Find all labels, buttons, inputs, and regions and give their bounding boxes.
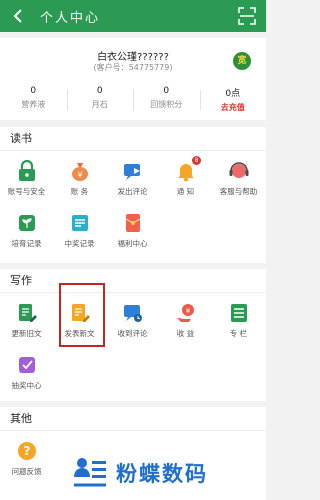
item-label: 账 务 [70, 187, 89, 196]
comment-send-icon [124, 164, 140, 180]
cultivation-record-item[interactable]: 培育记录 [0, 203, 53, 255]
edit-doc-icon [19, 304, 37, 322]
item-label: 福利中心 [117, 239, 148, 248]
recharge-link[interactable]: 去充值 [200, 102, 267, 113]
level-badge-icon[interactable]: 宽 [233, 52, 251, 70]
user-name: 白衣公瑾?????? [97, 52, 169, 63]
stat-recharge[interactable]: 0点 去充值 [199, 86, 267, 114]
item-label: 收 益 [176, 329, 195, 338]
item-label: 培育记录 [11, 239, 42, 248]
money-bag-icon: ¥ [72, 163, 88, 181]
stats-row: 0 营养液 0 月石 0 回馈积分 0点 去充值 [0, 86, 266, 114]
item-label: 中奖记录 [64, 239, 95, 248]
watermark-text: 粉蝶数码 [116, 462, 208, 486]
customer-service-item[interactable]: 客服与帮助 [212, 151, 265, 203]
section-title: 读书 [0, 127, 266, 151]
sent-comments-item[interactable]: 发出评论 [106, 151, 159, 203]
item-label: 客服与帮助 [219, 187, 258, 196]
highlight-box [59, 283, 105, 347]
sprout-icon [19, 215, 35, 231]
item-label: 更新旧文 [11, 329, 42, 338]
lottery-icon [19, 357, 35, 373]
received-comments-item[interactable]: 收到评论 [106, 293, 159, 345]
item-label: 发出评论 [117, 187, 148, 196]
lock-icon [19, 160, 35, 181]
notification-count-badge: 8 [192, 156, 201, 165]
income-icon: ¥ [177, 304, 194, 322]
stat-value: 0点 [225, 89, 241, 99]
notifications-item[interactable]: 8 通 知 [159, 151, 212, 203]
stat-value: 0 [96, 86, 103, 96]
item-label: 问题反馈 [11, 467, 42, 476]
comment-receive-icon [124, 305, 142, 322]
page-title: 个人中心 [40, 11, 101, 26]
stat-label: 回馈积分 [150, 100, 183, 109]
item-label: 通 知 [176, 187, 195, 196]
stat-label: 营养液 [21, 100, 46, 109]
watermark-logo-icon [74, 458, 106, 487]
item-label: 账号与安全 [7, 187, 46, 196]
reading-section: 读书 账号与安全 ¥ 账 务 发出评论 8 通 知 客服与帮助 培育记录 中奖记… [0, 127, 266, 263]
section-title: 写作 [0, 269, 266, 293]
stat-value: 0 [30, 86, 37, 96]
update-old-post-item[interactable]: 更新旧文 [0, 293, 53, 345]
stat-label: 月石 [91, 100, 108, 109]
stat-value: 0 [163, 86, 170, 96]
svg-text:?: ? [24, 444, 31, 458]
red-packet-icon [125, 214, 141, 232]
section-title: 其他 [0, 407, 266, 431]
question-icon: ? [18, 442, 36, 460]
svg-text:¥: ¥ [186, 307, 191, 315]
feedback-item[interactable]: ? 问题反馈 [0, 431, 53, 483]
accounts-item[interactable]: ¥ 账 务 [53, 151, 106, 203]
item-label: 专 栏 [229, 329, 248, 338]
watermark: 粉蝶数码 [70, 450, 266, 496]
writing-section: 写作 更新旧文 发表新文 收到评论 ¥ 收 益 专 栏 抽奖中心 [0, 269, 266, 401]
income-item[interactable]: ¥ 收 益 [159, 293, 212, 345]
top-bar: 个人中心 [0, 0, 266, 32]
stat-nutrient[interactable]: 0 营养液 [0, 86, 67, 114]
stat-points[interactable]: 0 回馈积分 [133, 86, 200, 114]
prize-icon [72, 215, 88, 231]
item-label: 收到评论 [117, 329, 148, 338]
customer-number: (客户号：54775779) [93, 63, 173, 72]
back-arrow-icon[interactable] [10, 7, 28, 25]
account-security-item[interactable]: 账号与安全 [0, 151, 53, 203]
prize-record-item[interactable]: 中奖记录 [53, 203, 106, 255]
scan-icon[interactable] [238, 7, 256, 25]
item-label: 抽奖中心 [11, 381, 42, 390]
welfare-center-item[interactable]: 福利中心 [106, 203, 159, 255]
stat-moonstone[interactable]: 0 月石 [66, 86, 134, 114]
headset-icon [229, 162, 249, 178]
column-icon [231, 304, 247, 322]
svg-text:¥: ¥ [77, 171, 82, 180]
lottery-center-item[interactable]: 抽奖中心 [0, 345, 53, 397]
column-item[interactable]: 专 栏 [212, 293, 265, 345]
profile-card: 白衣公瑾?????? (客户号：54775779) 宽 0 营养液 0 月石 0… [0, 38, 266, 120]
